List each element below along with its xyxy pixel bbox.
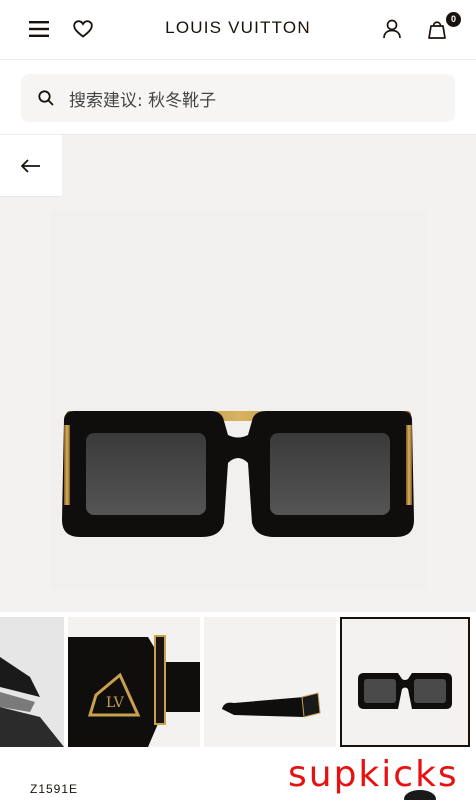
temple-logo-illustration: LV [68, 617, 200, 747]
product-info: Z1591E supkicks [0, 752, 476, 800]
svg-text:LV: LV [106, 695, 125, 711]
bag-icon [428, 21, 446, 39]
watermark-text: supkicks [288, 754, 459, 795]
thumbnail-temple-closeup[interactable]: LV [68, 617, 200, 747]
top-header: LOUIS VUITTON 0 [0, 0, 476, 60]
thumbnail-strip: LV [0, 612, 476, 752]
cart-count-badge: 0 [446, 12, 461, 27]
product-main-image[interactable] [0, 135, 476, 612]
sunglasses-illustration [50, 210, 426, 590]
side-profile-illustration [204, 617, 336, 747]
thumbnail-model[interactable] [0, 617, 64, 747]
search-placeholder: 搜索建议: 秋冬靴子 [69, 90, 217, 111]
search-bar-container: 搜索建议: 秋冬靴子 [0, 60, 476, 135]
search-input[interactable]: 搜索建议: 秋冬靴子 [21, 74, 455, 122]
product-sku: Z1591E [30, 782, 79, 796]
account-button[interactable] [377, 14, 407, 44]
model-photo-illustration [0, 617, 64, 747]
thumbnail-front-selected[interactable] [340, 617, 470, 747]
search-icon [38, 90, 54, 106]
thumbnail-side-profile[interactable] [204, 617, 336, 747]
user-icon [383, 19, 401, 39]
front-view-illustration [342, 619, 468, 745]
